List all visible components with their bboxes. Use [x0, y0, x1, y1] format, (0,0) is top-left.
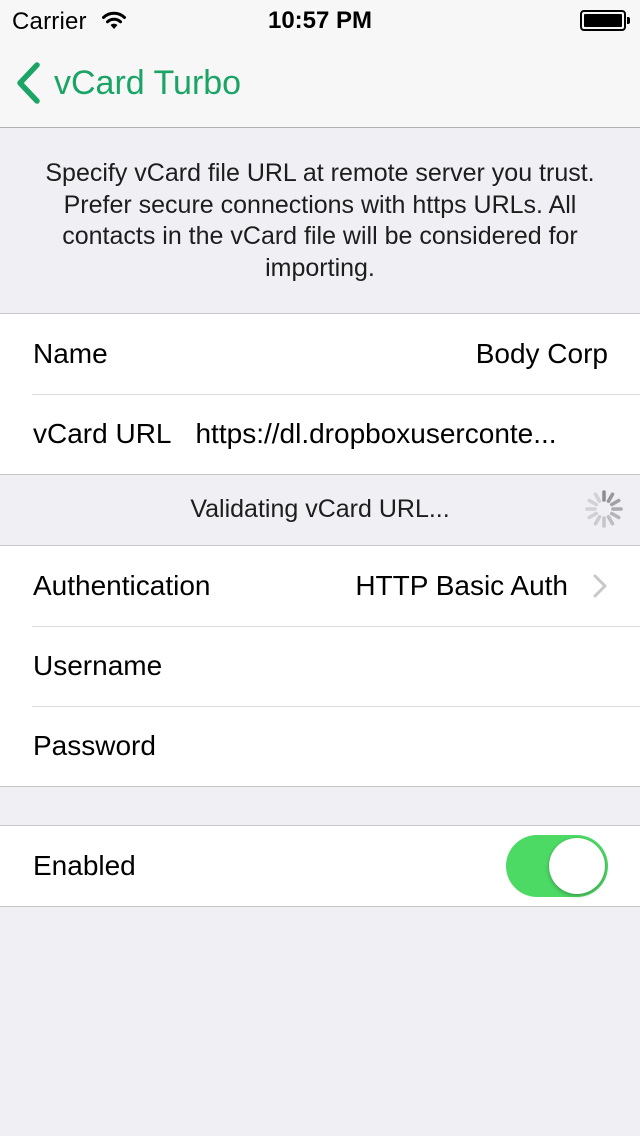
enabled-label: Enabled [33, 850, 136, 881]
username-row[interactable]: Username [0, 626, 640, 706]
toggle-knob [549, 838, 605, 894]
username-label: Username [33, 650, 163, 681]
name-row[interactable]: Name Body Corp [0, 314, 640, 394]
vcard-url-value[interactable]: https://dl.dropboxuserconte... [195, 418, 608, 450]
chevron-left-icon [17, 62, 40, 104]
authentication-group: Authentication HTTP Basic Auth Username … [0, 545, 640, 787]
navigation-bar: Carrier 10:57 PM vCard Turbo [0, 0, 640, 128]
enabled-group: Enabled [0, 825, 640, 907]
authentication-label: Authentication [33, 570, 211, 601]
enabled-toggle[interactable] [506, 835, 608, 897]
source-group: Name Body Corp vCard URL https://dl.drop… [0, 313, 640, 475]
vcard-url-row[interactable]: vCard URL https://dl.dropboxuserconte... [0, 394, 640, 474]
battery-icon [580, 10, 630, 31]
screen: Carrier 10:57 PM vCard Turbo Specify vCa… [0, 0, 640, 1136]
section-description: Specify vCard file URL at remote server … [45, 159, 595, 282]
name-label: Name [33, 338, 108, 369]
name-value[interactable]: Body Corp [476, 338, 608, 370]
status-time: 10:57 PM [267, 7, 373, 34]
authentication-value: HTTP Basic Auth [355, 570, 568, 601]
authentication-row[interactable]: Authentication HTTP Basic Auth [0, 546, 640, 626]
back-button[interactable]: vCard Turbo [12, 58, 241, 108]
back-button-label: vCard Turbo [54, 63, 242, 102]
vcard-url-label: vCard URL [33, 418, 172, 449]
status-bar: Carrier 10:57 PM [0, 0, 640, 40]
password-row[interactable]: Password [0, 706, 640, 786]
activity-spinner-icon [585, 490, 623, 528]
enabled-row: Enabled [0, 826, 640, 906]
chevron-right-icon [593, 574, 607, 598]
validation-text: Validating vCard URL... [190, 494, 450, 523]
password-label: Password [33, 730, 156, 761]
validation-status: Validating vCard URL... [0, 472, 640, 546]
